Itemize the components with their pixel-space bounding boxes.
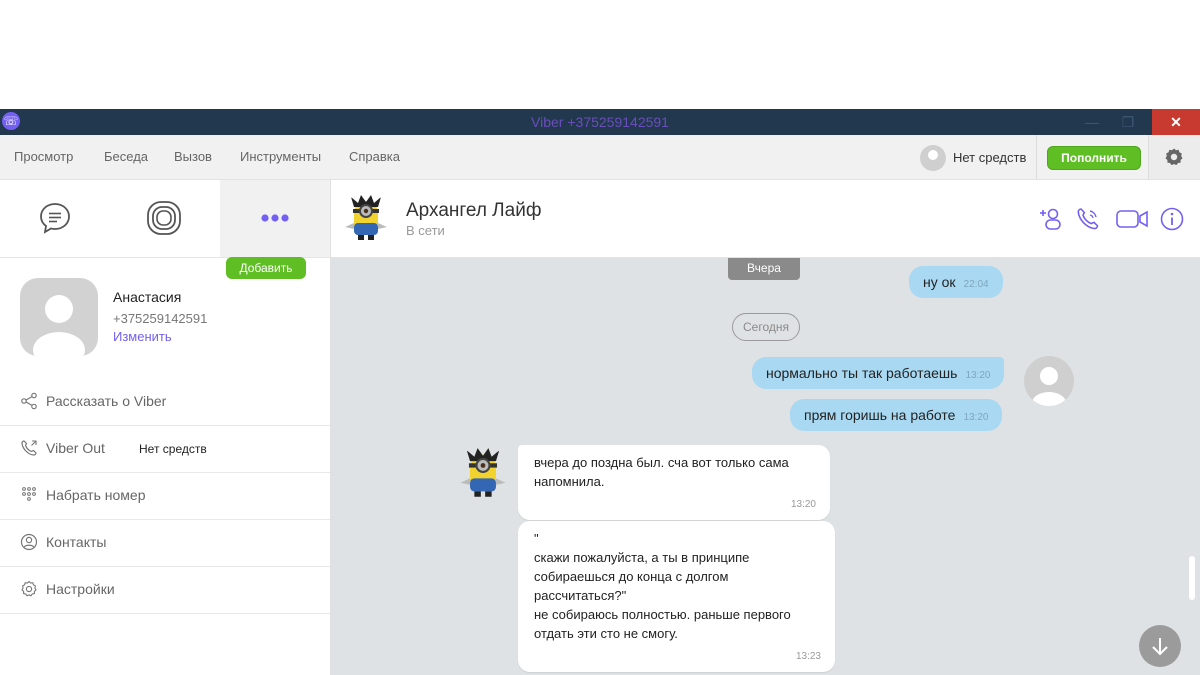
settings-gear-button[interactable] bbox=[1148, 135, 1200, 179]
title-bar: ☏ Viber +375259142591 — ❐ ✕ bbox=[0, 109, 1200, 135]
menu-share-viber-label: Рассказать о Viber bbox=[46, 393, 167, 409]
gear-icon bbox=[1165, 148, 1183, 166]
message-line: собираешься до конца с долгом bbox=[534, 569, 729, 584]
message-line: рассчитаться?" bbox=[534, 588, 627, 603]
balance-text: Нет средств bbox=[953, 150, 1027, 165]
menu-help[interactable]: Справка bbox=[349, 149, 400, 164]
stories-icon bbox=[147, 201, 181, 235]
dialpad-icon bbox=[22, 487, 36, 501]
contact-avatar[interactable] bbox=[341, 193, 391, 243]
message-text: нормально ты так работаешь bbox=[766, 365, 958, 381]
my-avatar bbox=[1024, 356, 1074, 406]
add-participant-icon[interactable] bbox=[1038, 206, 1064, 232]
menu-viber-out[interactable]: Viber Out Нет средств bbox=[0, 425, 330, 473]
scroll-down-button[interactable] bbox=[1139, 625, 1181, 667]
chat-area[interactable]: Вчера ну ок 22:04 Сегодня нормально ты та… bbox=[331, 258, 1200, 675]
minimize-button[interactable]: — bbox=[1072, 109, 1112, 135]
profile-avatar[interactable] bbox=[20, 278, 98, 356]
arrow-down-icon bbox=[1152, 638, 1168, 656]
left-panel: Анастасия +375259142591 Изменить Рассказ… bbox=[0, 180, 331, 675]
message-text: прям горишь на работе bbox=[804, 407, 956, 423]
tab-stories[interactable] bbox=[110, 180, 220, 257]
menu-settings-label: Настройки bbox=[46, 581, 115, 597]
message-time: 13:20 bbox=[790, 499, 816, 510]
balance-avatar bbox=[920, 145, 946, 171]
menu-dial-number[interactable]: Набрать номер bbox=[0, 472, 330, 520]
message-outgoing[interactable]: прям горишь на работе 13:20 bbox=[790, 399, 1003, 431]
message-incoming[interactable]: вчера до поздна был. сча вот только сама… bbox=[518, 445, 830, 520]
profile-phone: +375259142591 bbox=[113, 311, 208, 326]
user-placeholder-icon bbox=[1032, 367, 1066, 406]
topup-button[interactable]: Пополнить bbox=[1047, 146, 1141, 170]
menu-tools[interactable]: Инструменты bbox=[240, 149, 321, 164]
date-divider-today: Сегодня bbox=[732, 313, 800, 341]
message-line: скажи пожалуйста, а ты в принципе bbox=[534, 550, 750, 565]
tab-chats[interactable] bbox=[0, 180, 110, 257]
profile-edit-link[interactable]: Изменить bbox=[113, 329, 172, 344]
message-line: вчера до поздна был. сча вот только сама bbox=[534, 455, 789, 470]
menu-call[interactable]: Вызов bbox=[174, 149, 212, 164]
viber-out-add-button[interactable]: Добавить bbox=[226, 257, 306, 279]
menu-conversation[interactable]: Беседа bbox=[104, 149, 148, 164]
menu-contacts[interactable]: Контакты bbox=[0, 519, 330, 567]
user-placeholder-icon bbox=[33, 295, 85, 356]
menu-settings[interactable]: Настройки bbox=[0, 566, 330, 614]
profile-name: Анастасия bbox=[113, 289, 182, 305]
message-time: 13:23 bbox=[795, 651, 821, 662]
menu-dial-number-label: Набрать номер bbox=[46, 487, 146, 503]
left-tabs bbox=[0, 180, 330, 258]
message-line: отдать эти сто не смогу. bbox=[534, 626, 678, 641]
menu-divider bbox=[1036, 135, 1037, 179]
contact-message-avatar[interactable] bbox=[456, 446, 510, 500]
menu-viber-out-label: Viber Out bbox=[46, 440, 105, 456]
maximize-button[interactable]: ❐ bbox=[1108, 109, 1148, 135]
chat-icon bbox=[40, 203, 70, 234]
message-time: 22:04 bbox=[963, 279, 989, 290]
share-icon bbox=[21, 392, 37, 410]
contacts-icon bbox=[20, 533, 38, 551]
contact-name[interactable]: Архангел Лайф bbox=[406, 200, 541, 222]
info-icon[interactable] bbox=[1159, 206, 1185, 232]
message-outgoing[interactable]: ну ок 22:04 bbox=[909, 266, 1003, 298]
window-title: Viber +375259142591 bbox=[531, 114, 669, 130]
call-icon[interactable] bbox=[1075, 206, 1101, 232]
menu-bar: Просмотр Беседа Вызов Инструменты Справк… bbox=[0, 135, 1200, 180]
chat-header: Архангел Лайф В сети bbox=[331, 180, 1200, 258]
message-time: 13:20 bbox=[963, 412, 989, 423]
message-line: не собираюсь полностью. раньше первого bbox=[534, 607, 791, 622]
close-button[interactable]: ✕ bbox=[1152, 109, 1200, 135]
contact-status: В сети bbox=[406, 223, 445, 238]
settings-icon bbox=[21, 580, 37, 597]
viber-out-balance: Нет средств bbox=[139, 442, 207, 456]
menu-contacts-label: Контакты bbox=[46, 534, 107, 550]
message-text: ну ок bbox=[923, 274, 956, 290]
message-incoming[interactable]: " скажи пожалуйста, а ты в принципе соби… bbox=[518, 521, 835, 672]
more-icon bbox=[261, 214, 289, 222]
menu-share-viber[interactable]: Рассказать о Viber bbox=[0, 378, 330, 426]
chat-scrollbar[interactable] bbox=[1189, 556, 1195, 600]
message-time: 13:20 bbox=[965, 370, 991, 381]
message-line: " bbox=[534, 531, 539, 546]
menu-view[interactable]: Просмотр bbox=[14, 149, 73, 164]
video-call-icon[interactable] bbox=[1115, 206, 1149, 232]
tab-more[interactable] bbox=[220, 180, 330, 257]
message-line: напомнила. bbox=[534, 474, 605, 489]
viber-out-icon bbox=[21, 440, 37, 456]
date-divider-yesterday: Вчера bbox=[728, 258, 800, 280]
message-outgoing[interactable]: нормально ты так работаешь 13:20 bbox=[752, 357, 1005, 389]
